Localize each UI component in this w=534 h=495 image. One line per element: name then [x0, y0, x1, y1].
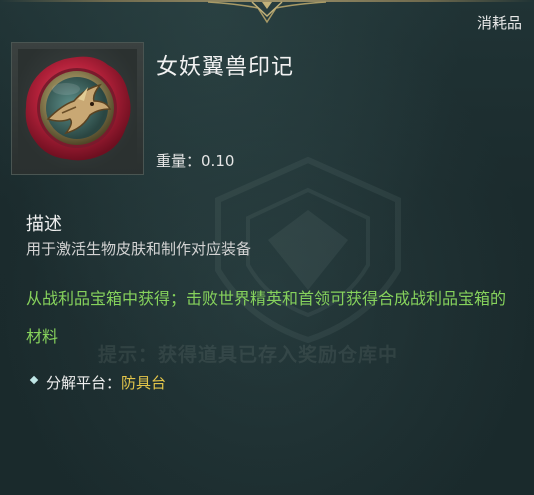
salvage-platform-row: 分解平台： 防具台: [29, 372, 167, 393]
item-name: 女妖翼兽印记: [156, 55, 295, 80]
reward-storage-hint: 提示：获得道具已存入奖励仓库中: [98, 344, 399, 366]
banshee-wyvern-seal-icon: [25, 56, 131, 161]
salvage-platform-value: 防具台: [121, 374, 167, 392]
item-tooltip: 消耗品 女妖翼兽印记 重量：0.10 描述 用于激活生物皮肤和制作对应装备 从战…: [0, 0, 534, 495]
item-weight: 重量：0.10: [156, 150, 234, 171]
item-icon-background: [18, 49, 137, 168]
bullet-diamond-icon: [29, 375, 39, 384]
salvage-platform-label: 分解平台：: [46, 374, 122, 392]
item-category: 消耗品: [476, 14, 522, 32]
ornament-icon: [208, 1, 326, 24]
description-title: 描述: [26, 214, 62, 235]
item-icon-frame: [11, 42, 144, 175]
description-text: 用于激活生物皮肤和制作对应装备: [26, 240, 252, 258]
weight-label: 重量：: [156, 152, 202, 170]
weight-value: 0.10: [201, 152, 235, 170]
